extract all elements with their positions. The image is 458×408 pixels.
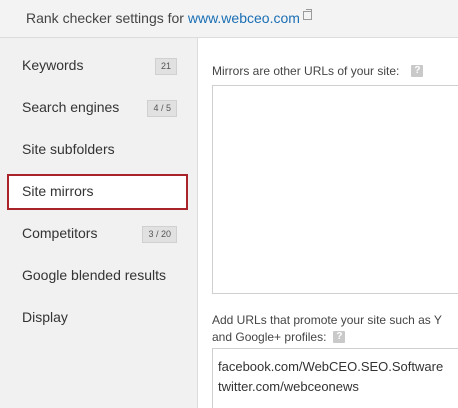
mirrors-label-text: Mirrors are other URLs of your site: <box>212 64 400 78</box>
sidebar-item-label: Site mirrors <box>22 183 94 199</box>
page-title-prefix: Rank checker settings for <box>26 10 184 26</box>
promote-label-text: and Google+ profiles: <box>212 330 327 344</box>
sidebar-item-label: Search engines <box>22 99 120 115</box>
sidebar-item-search-engines[interactable]: Search engines 4 / 5 <box>7 90 188 126</box>
sidebar-item-site-mirrors[interactable]: Site mirrors <box>7 174 188 210</box>
site-mirrors-panel: Mirrors are other URLs of your site:? Ad… <box>198 38 458 408</box>
sidebar-item-display[interactable]: Display <box>7 300 188 336</box>
promote-url-line: facebook.com/WebCEO.SEO.Software <box>218 359 444 374</box>
site-link[interactable]: www.webceo.com <box>188 10 300 26</box>
settings-sidebar: Keywords 21 Search engines 4 / 5 Site su… <box>0 38 198 408</box>
promote-urls-textarea[interactable]: facebook.com/WebCEO.SEO.Software twitter… <box>212 348 458 408</box>
promote-label-line2: and Google+ profiles:? <box>212 330 346 344</box>
sidebar-item-label: Google blended results <box>22 267 166 283</box>
page-title: Rank checker settings for www.webceo.com <box>26 9 312 26</box>
sidebar-item-competitors[interactable]: Competitors 3 / 20 <box>7 216 188 252</box>
mirrors-label: Mirrors are other URLs of your site:? <box>212 64 424 78</box>
sidebar-item-label: Site subfolders <box>22 141 115 157</box>
sidebar-item-label: Keywords <box>22 57 84 73</box>
help-icon[interactable]: ? <box>411 64 424 77</box>
promote-url-line: twitter.com/webceonews <box>218 379 359 394</box>
count-badge: 3 / 20 <box>142 226 177 243</box>
sidebar-item-label: Display <box>22 309 68 325</box>
settings-header: Rank checker settings for www.webceo.com <box>0 0 458 38</box>
count-badge: 4 / 5 <box>147 100 177 117</box>
external-link-icon[interactable] <box>302 9 312 20</box>
sidebar-item-google-blended-results[interactable]: Google blended results <box>7 258 188 294</box>
sidebar-item-label: Competitors <box>22 225 98 241</box>
sidebar-item-site-subfolders[interactable]: Site subfolders <box>7 132 188 168</box>
mirrors-textarea[interactable] <box>212 85 458 294</box>
sidebar-item-keywords[interactable]: Keywords 21 <box>7 48 188 84</box>
help-icon[interactable]: ? <box>333 330 346 343</box>
promote-label-line1: Add URLs that promote your site such as … <box>212 313 442 327</box>
count-badge: 21 <box>154 58 177 75</box>
rank-checker-settings-window: Rank checker settings for www.webceo.com… <box>0 0 458 408</box>
